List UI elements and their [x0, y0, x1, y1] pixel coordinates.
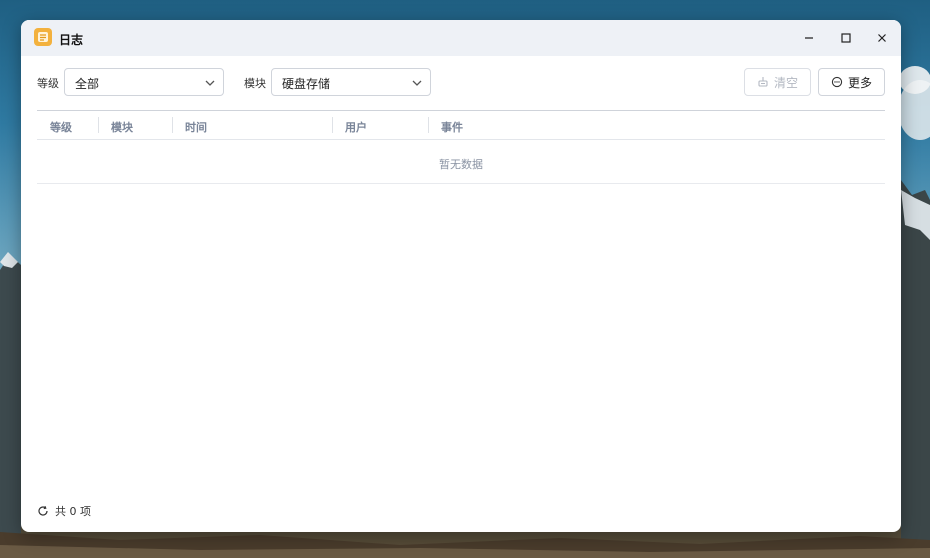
level-select-value: 全部	[75, 77, 100, 91]
chevron-down-icon	[412, 80, 422, 86]
column-header-module[interactable]: 模块	[111, 119, 133, 135]
column-divider[interactable]	[98, 117, 99, 133]
broom-icon	[758, 77, 768, 87]
close-icon	[878, 34, 886, 42]
chevron-down-icon	[205, 80, 215, 86]
close-button[interactable]	[869, 26, 895, 50]
column-divider[interactable]	[332, 117, 333, 133]
column-header-user[interactable]: 用户	[345, 119, 367, 135]
column-divider[interactable]	[428, 117, 429, 133]
table-header-divider	[37, 139, 885, 140]
table-footer: 共 0 项	[37, 503, 91, 519]
clear-button[interactable]: 清空	[744, 68, 811, 96]
level-select[interactable]: 全部	[64, 68, 224, 96]
table-row-divider	[37, 183, 885, 184]
total-count: 共 0 项	[55, 505, 91, 518]
title-bar[interactable]: 日志	[21, 20, 901, 56]
module-select-value: 硬盘存储	[282, 77, 331, 91]
log-app-icon	[34, 28, 52, 46]
empty-state-text: 暂无数据	[439, 158, 483, 171]
maximize-button[interactable]	[833, 26, 859, 50]
column-header-time[interactable]: 时间	[185, 119, 207, 135]
column-header-event[interactable]: 事件	[441, 119, 463, 135]
more-button[interactable]: 更多	[818, 68, 885, 96]
refresh-icon[interactable]	[37, 505, 49, 517]
maximize-icon	[841, 33, 851, 43]
level-filter-label: 等级	[37, 77, 59, 90]
module-select[interactable]: 硬盘存储	[271, 68, 431, 96]
table-top-border	[37, 110, 885, 111]
minimize-icon	[805, 37, 813, 39]
column-header-level[interactable]: 等级	[50, 119, 72, 135]
column-divider[interactable]	[172, 117, 173, 133]
minimize-button[interactable]	[796, 26, 822, 50]
log-window: 日志	[21, 20, 901, 532]
window-title: 日志	[59, 33, 84, 47]
clear-button-label: 清空	[773, 75, 798, 90]
more-button-label: 更多	[847, 75, 872, 90]
more-icon	[831, 76, 843, 88]
module-filter-label: 模块	[244, 77, 266, 90]
